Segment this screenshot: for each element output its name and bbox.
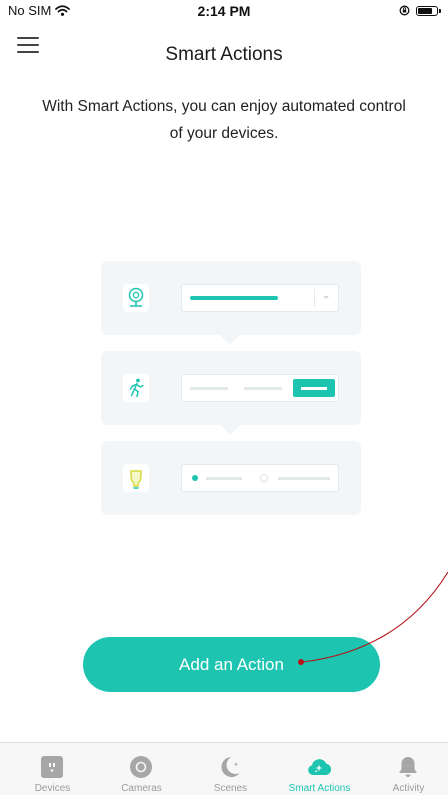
smart-actions-illustration	[101, 261, 361, 515]
status-time: 2:14 PM	[197, 3, 251, 19]
orientation-lock-icon	[399, 5, 410, 16]
tab-label: Scenes	[213, 783, 248, 794]
nav-bar: Smart Actions	[0, 22, 448, 65]
plug-icon	[41, 756, 63, 778]
action-radio-graphic	[181, 464, 339, 492]
tab-smart-actions[interactable]: Smart Actions	[275, 743, 364, 795]
tab-scenes[interactable]: Scenes	[186, 743, 275, 795]
tab-label: Cameras	[121, 783, 162, 794]
tab-activity[interactable]: Activity	[364, 743, 448, 795]
light-bulb-icon	[123, 464, 149, 492]
tab-devices[interactable]: Devices	[8, 743, 97, 795]
action-card	[101, 441, 361, 515]
tab-label: Activity	[392, 783, 425, 794]
status-bar: No SIM 2:14 PM	[0, 0, 448, 22]
status-indicators	[399, 5, 441, 16]
condition-toggle-graphic	[181, 374, 339, 402]
tab-cameras[interactable]: Cameras	[97, 743, 186, 795]
bell-icon	[399, 757, 417, 777]
page-title: Smart Actions	[165, 44, 283, 65]
tab-label: Smart Actions	[288, 783, 351, 794]
moon-icon	[221, 757, 240, 777]
tab-bar: Devices Cameras Scenes Smart Actions Act…	[0, 742, 448, 795]
tab-label: Devices	[34, 783, 71, 794]
cloud-sparkle-icon	[308, 759, 332, 775]
camera-lens-icon	[130, 756, 152, 778]
battery-icon	[416, 5, 441, 16]
trigger-dropdown-graphic	[181, 284, 339, 312]
motion-person-icon	[123, 374, 149, 402]
condition-card	[101, 351, 361, 435]
intro-text: With Smart Actions, you can enjoy automa…	[42, 98, 406, 142]
camera-device-icon	[123, 284, 149, 312]
trigger-card	[101, 261, 361, 345]
add-action-button[interactable]: Add an Action	[83, 637, 380, 692]
add-action-label: Add an Action	[179, 654, 284, 674]
